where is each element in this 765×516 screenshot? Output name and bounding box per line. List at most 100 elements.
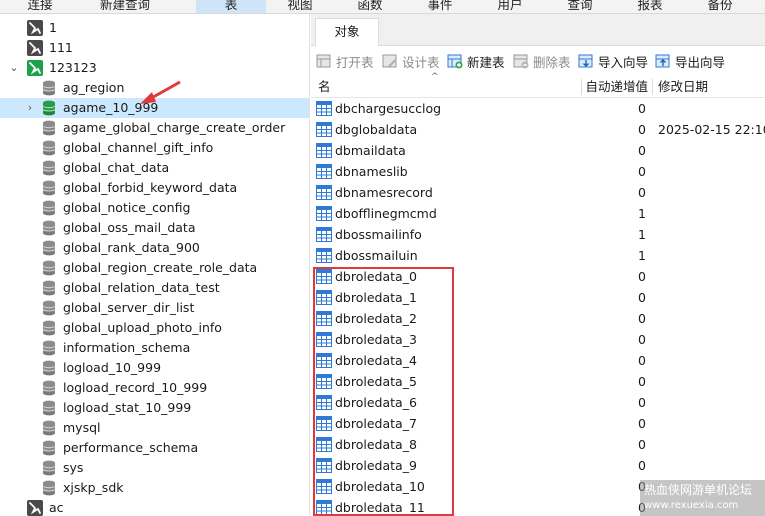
tree-database-item[interactable]: agame_global_charge_create_order [0,118,309,138]
toolbar-event-button[interactable]: 事件 [418,0,462,13]
database-icon [42,180,58,196]
table-row[interactable]: dbglobaldata 0 2025-02-15 22:10:4 [311,119,765,140]
export-wizard-button[interactable]: 导出向导 [655,52,725,70]
table-row[interactable]: dbchargesucclog 0 [311,98,765,119]
table-name-cell: dbroledata_3 [335,332,417,347]
tree-database-item[interactable]: global_oss_mail_data [0,218,309,238]
tree-database-item[interactable]: mysql [0,418,309,438]
database-icon [42,440,58,456]
tree-database-item[interactable]: global_server_dir_list [0,298,309,318]
database-icon [42,480,58,496]
navigation-tree: 1 111 ⌄ 123123 ag_region › agame_10_999 agame_g… [0,14,310,516]
toolbar-table-button[interactable]: 表 [196,0,266,13]
delete-table-icon [513,53,529,69]
table-row[interactable]: dbroledata_2 0 [311,308,765,329]
table-icon [316,311,332,326]
column-divider[interactable] [581,79,582,95]
toolbar-user-button[interactable]: 用户 [488,0,532,13]
toolbar-view-button[interactable]: 视图 [278,0,322,13]
toolbar-connect-button[interactable]: 连接 [18,0,62,13]
table-name-cell: dbglobaldata [335,122,418,137]
tree-database-item[interactable]: global_notice_config [0,198,309,218]
table-icon [316,164,332,179]
database-icon [42,260,58,276]
tree-connection-label: 1 [49,20,57,35]
delete-table-button[interactable]: 删除表 [513,52,571,70]
table-row[interactable]: dbroledata_3 0 [311,329,765,350]
tree-database-item[interactable]: global_channel_gift_info [0,138,309,158]
tree-database-label: xjskp_sdk [63,480,124,495]
database-icon [42,340,58,356]
tab-objects[interactable]: 对象 [315,18,379,46]
table-icon [316,332,332,347]
tree-database-item[interactable]: global_relation_data_test [0,278,309,298]
tree-database-item[interactable]: ag_region [0,78,309,98]
table-row[interactable]: dbossmailuin 1 [311,245,765,266]
chevron-right-icon[interactable]: › [24,98,36,118]
auto-increment-cell: 0 [638,269,646,284]
tree-database-item[interactable]: global_chat_data [0,158,309,178]
modified-date-cell: 2025-02-15 22:10:4 [658,122,765,137]
table-row[interactable]: dbroledata_1 0 [311,287,765,308]
table-icon [316,353,332,368]
table-name-cell: dbroledata_4 [335,353,417,368]
import-wizard-label: 导入向导 [598,54,649,70]
tree-connection-item[interactable]: ac [0,498,309,516]
column-header-name[interactable]: 名 [318,76,331,98]
tree-database-item[interactable]: xjskp_sdk [0,478,309,498]
database-icon [42,400,58,416]
toolbar-new-query-button[interactable]: 新建查询 [92,0,158,13]
tree-database-item[interactable]: › agame_10_999 [0,98,309,118]
open-table-icon [316,53,332,69]
open-table-button[interactable]: 打开表 [316,52,374,70]
column-header-modified-date[interactable]: 修改日期 [658,76,708,98]
toolbar-backup-button[interactable]: 备份 [698,0,742,13]
table-icon [316,206,332,221]
table-row[interactable]: dbroledata_0 0 [311,266,765,287]
tree-connection-item[interactable]: 1 [0,18,309,38]
tree-database-item[interactable]: global_forbid_keyword_data [0,178,309,198]
tree-database-item[interactable]: global_rank_data_900 [0,238,309,258]
table-row[interactable]: dbroledata_9 0 [311,455,765,476]
tree-connection-item[interactable]: ⌄ 123123 [0,58,309,78]
table-name-cell: dbroledata_6 [335,395,417,410]
tree-database-item[interactable]: logload_stat_10_999 [0,398,309,418]
tree-database-item[interactable]: logload_record_10_999 [0,378,309,398]
table-row[interactable]: dbroledata_4 0 [311,350,765,371]
table-row[interactable]: dbnamesrecord 0 [311,182,765,203]
tree-database-item[interactable]: logload_10_999 [0,358,309,378]
column-header-auto-increment[interactable]: 自动递增值 [585,76,648,98]
tree-database-item[interactable]: performance_schema [0,438,309,458]
tree-database-item[interactable]: sys [0,458,309,478]
table-row[interactable]: dbroledata_5 0 [311,371,765,392]
table-icon [316,227,332,242]
auto-increment-cell: 0 [638,290,646,305]
design-table-button[interactable]: 设计表 [382,52,440,70]
new-table-button[interactable]: 新建表 [447,52,505,70]
auto-increment-cell: 1 [638,227,646,242]
database-icon [42,100,58,116]
table-row[interactable]: dbossmailinfo 1 [311,224,765,245]
tree-database-item[interactable]: global_region_create_role_data [0,258,309,278]
table-row[interactable]: dbofflinegmcmd 1 [311,203,765,224]
table-row[interactable]: dbroledata_8 0 [311,434,765,455]
toolbar-function-button[interactable]: 函数 [348,0,392,13]
chevron-down-icon[interactable]: ⌄ [8,58,20,78]
table-row[interactable]: dbnameslib 0 [311,161,765,182]
table-row[interactable]: dbroledata_6 0 [311,392,765,413]
new-table-icon [447,53,463,69]
toolbar-query-button[interactable]: 查询 [558,0,602,13]
auto-increment-cell: 1 [638,248,646,263]
tree-connection-item[interactable]: 111 [0,38,309,58]
table-row[interactable]: dbroledata_7 0 [311,413,765,434]
table-row[interactable]: dbmaildata 0 [311,140,765,161]
tree-database-label: logload_stat_10_999 [63,400,192,415]
tree-database-item[interactable]: global_upload_photo_info [0,318,309,338]
delete-table-label: 删除表 [533,54,571,70]
tree-database-label: global_notice_config [63,200,191,215]
tree-database-item[interactable]: information_schema [0,338,309,358]
database-icon [42,360,58,376]
column-divider[interactable] [652,79,653,95]
toolbar-report-button[interactable]: 报表 [628,0,672,13]
import-wizard-button[interactable]: 导入向导 [578,52,648,70]
